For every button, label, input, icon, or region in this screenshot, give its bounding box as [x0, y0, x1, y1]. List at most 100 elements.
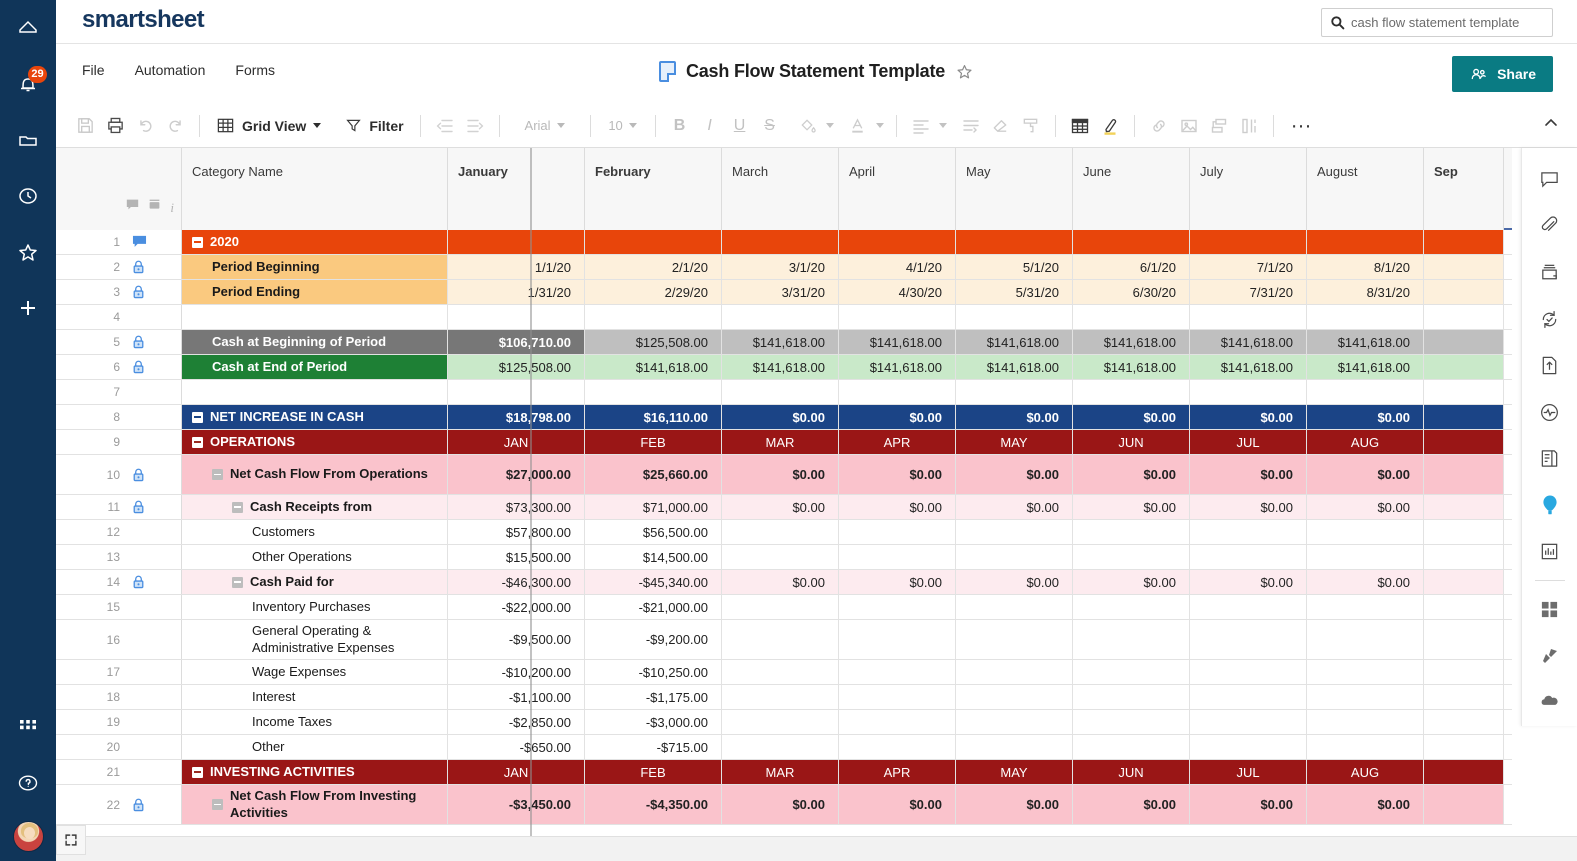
cell-aug[interactable]: [1307, 735, 1424, 759]
cell-feb[interactable]: -$1,175.00: [585, 685, 722, 709]
cell-may[interactable]: $0.00: [956, 455, 1073, 494]
cell-mar[interactable]: [722, 685, 839, 709]
cell-jul[interactable]: JUL: [1190, 760, 1307, 784]
cell-category[interactable]: Other: [182, 735, 448, 759]
cell-aug[interactable]: $0.00: [1307, 495, 1424, 519]
conversations-icon[interactable]: [1522, 156, 1577, 203]
table-row[interactable]: 18Interest-$1,100.00-$1,175.00: [56, 685, 1512, 710]
apps-grid-icon[interactable]: [0, 699, 56, 755]
cell-apr[interactable]: 4/30/20: [839, 280, 956, 304]
cell-jan[interactable]: [448, 230, 585, 254]
comment-column-icon[interactable]: [126, 198, 139, 216]
cell-may[interactable]: [956, 685, 1073, 709]
star-outline-icon[interactable]: [955, 62, 974, 81]
cell-jan[interactable]: -$46,300.00: [448, 570, 585, 594]
table-row[interactable]: 12020: [56, 230, 1512, 255]
cell-mar[interactable]: [722, 710, 839, 734]
row-collapse-toggle-icon[interactable]: [212, 799, 223, 810]
cell-jan[interactable]: -$22,000.00: [448, 595, 585, 619]
cell-may[interactable]: [956, 305, 1073, 329]
cell-aug[interactable]: [1307, 380, 1424, 404]
cell-category[interactable]: Other Operations: [182, 545, 448, 569]
table-row[interactable]: 6Cash at End of Period$125,508.00$141,61…: [56, 355, 1512, 380]
cell-jan[interactable]: -$3,450.00: [448, 785, 585, 824]
row-number-gutter[interactable]: 9: [56, 430, 182, 454]
cell-jan[interactable]: $57,800.00: [448, 520, 585, 544]
strikethrough-button[interactable]: S: [755, 111, 785, 141]
column-header-may[interactable]: May: [956, 148, 1073, 230]
cell-jun[interactable]: [1073, 380, 1190, 404]
cell-mar[interactable]: [722, 230, 839, 254]
insert-column-icon[interactable]: [1234, 111, 1264, 141]
insert-image-icon[interactable]: [1174, 111, 1204, 141]
attachment-column-icon[interactable]: [148, 198, 161, 216]
balloon-whats-new-icon[interactable]: [1522, 482, 1577, 529]
cell-apr[interactable]: $0.00: [839, 785, 956, 824]
format-painter-icon[interactable]: [1016, 111, 1046, 141]
cell-jan[interactable]: $15,500.00: [448, 545, 585, 569]
cell-category[interactable]: Cash Paid for: [182, 570, 448, 594]
cell-aug[interactable]: AUG: [1307, 760, 1424, 784]
cell-may[interactable]: [956, 380, 1073, 404]
cell-mar[interactable]: $141,618.00: [722, 330, 839, 354]
create-plus-icon[interactable]: [0, 280, 56, 336]
row-lock-icon[interactable]: [132, 575, 145, 589]
cell-sep[interactable]: [1424, 710, 1504, 734]
table-row[interactable]: 11Cash Receipts from$73,300.00$71,000.00…: [56, 495, 1512, 520]
cell-may[interactable]: 5/31/20: [956, 280, 1073, 304]
cell-aug[interactable]: [1307, 230, 1424, 254]
row-comment-icon[interactable]: [132, 235, 147, 249]
cell-aug[interactable]: 8/31/20: [1307, 280, 1424, 304]
cell-feb[interactable]: $56,500.00: [585, 520, 722, 544]
italic-button[interactable]: I: [695, 111, 725, 141]
cell-jun[interactable]: $0.00: [1073, 785, 1190, 824]
cell-jun[interactable]: 6/1/20: [1073, 255, 1190, 279]
cell-apr[interactable]: [839, 595, 956, 619]
cloud-icon[interactable]: [1522, 679, 1577, 726]
favorites-star-icon[interactable]: [0, 224, 56, 280]
cell-sep[interactable]: [1424, 230, 1504, 254]
cell-jul[interactable]: $0.00: [1190, 570, 1307, 594]
table-row[interactable]: 10Net Cash Flow From Operations$27,000.0…: [56, 455, 1512, 495]
avatar[interactable]: [0, 811, 56, 861]
cell-jul[interactable]: [1190, 230, 1307, 254]
cell-mar[interactable]: [722, 380, 839, 404]
cell-aug[interactable]: $0.00: [1307, 785, 1424, 824]
cell-jul[interactable]: [1190, 685, 1307, 709]
pin-rocket-icon[interactable]: [1522, 633, 1577, 680]
table-row[interactable]: 13Other Operations$15,500.00$14,500.00: [56, 545, 1512, 570]
cell-feb[interactable]: $25,660.00: [585, 455, 722, 494]
column-header-jan[interactable]: January: [448, 148, 585, 230]
table-row[interactable]: 19Income Taxes-$2,850.00-$3,000.00: [56, 710, 1512, 735]
cell-jun[interactable]: [1073, 710, 1190, 734]
hyperlink-icon[interactable]: [1144, 111, 1174, 141]
cell-aug[interactable]: AUG: [1307, 430, 1424, 454]
cell-jan[interactable]: -$9,500.00: [448, 620, 585, 659]
cell-sep[interactable]: [1424, 355, 1504, 379]
redo-arrow-icon[interactable]: [160, 111, 190, 141]
cell-jul[interactable]: [1190, 620, 1307, 659]
cell-aug[interactable]: $0.00: [1307, 570, 1424, 594]
printer-icon[interactable]: [100, 111, 130, 141]
reports-chart-icon[interactable]: [1522, 529, 1577, 576]
cell-apr[interactable]: $0.00: [839, 455, 956, 494]
cell-may[interactable]: 5/1/20: [956, 255, 1073, 279]
cell-aug[interactable]: [1307, 595, 1424, 619]
row-number-gutter[interactable]: 19: [56, 710, 182, 734]
cell-apr[interactable]: $0.00: [839, 405, 956, 429]
cell-jul[interactable]: [1190, 305, 1307, 329]
cell-may[interactable]: [956, 735, 1073, 759]
cell-feb[interactable]: -$9,200.00: [585, 620, 722, 659]
cell-mar[interactable]: $0.00: [722, 785, 839, 824]
cell-category[interactable]: Cash at Beginning of Period: [182, 330, 448, 354]
table-row[interactable]: 5Cash at Beginning of Period$106,710.00$…: [56, 330, 1512, 355]
text-color-dropdown[interactable]: [873, 111, 887, 141]
cell-sep[interactable]: [1424, 380, 1504, 404]
cell-feb[interactable]: -$4,350.00: [585, 785, 722, 824]
undo-arrow-icon[interactable]: [130, 111, 160, 141]
cell-apr[interactable]: $0.00: [839, 570, 956, 594]
wrap-text-icon[interactable]: [956, 111, 986, 141]
column-header-aug[interactable]: August: [1307, 148, 1424, 230]
cell-sep[interactable]: [1424, 405, 1504, 429]
cell-may[interactable]: $141,618.00: [956, 355, 1073, 379]
